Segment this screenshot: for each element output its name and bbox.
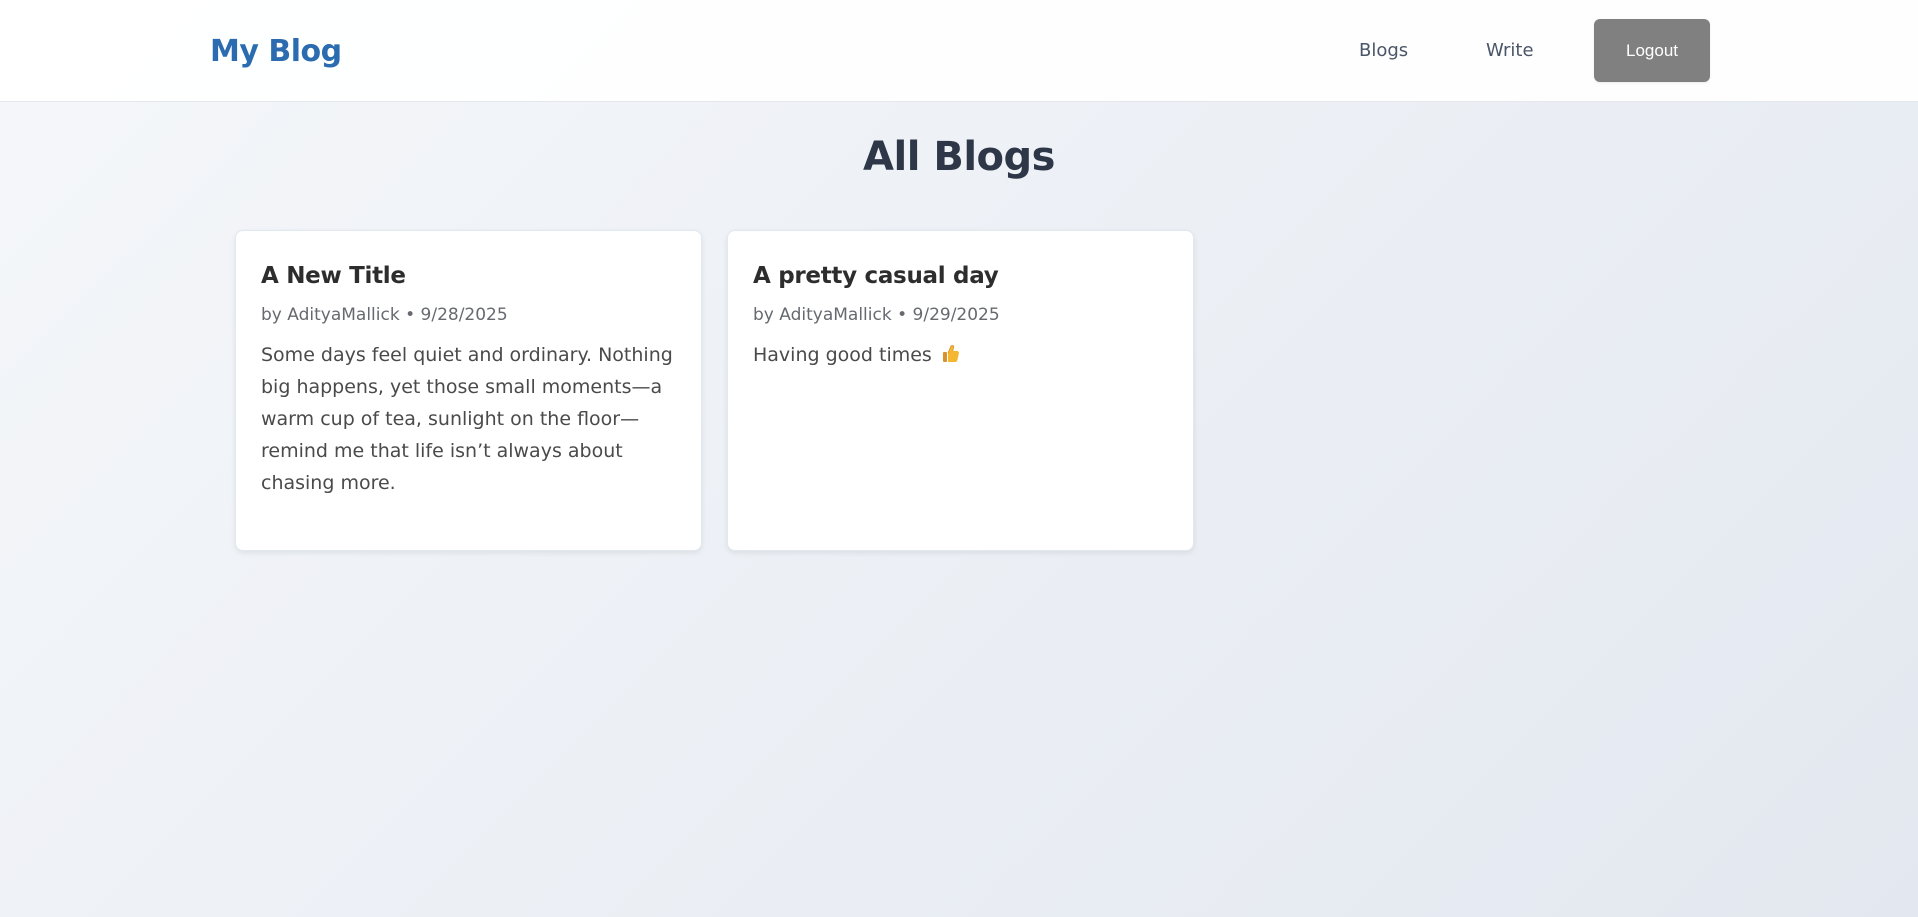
blog-card[interactable]: A New Title by AdityaMallick • 9/28/2025…: [235, 230, 702, 551]
blog-card-excerpt: Some days feel quiet and ordinary. Nothi…: [261, 344, 673, 494]
nav-link-write[interactable]: Write: [1486, 40, 1534, 61]
top-navbar: My Blog Blogs Write Logout: [0, 0, 1918, 102]
thumbs-up-icon: [942, 342, 960, 374]
logout-button[interactable]: Logout: [1594, 19, 1710, 82]
nav-link-blogs[interactable]: Blogs: [1359, 40, 1408, 61]
blog-card-excerpt-line: Having good times: [753, 339, 1168, 374]
blog-card-title[interactable]: A New Title: [261, 263, 676, 289]
blog-card-meta: by AdityaMallick • 9/28/2025: [261, 305, 508, 325]
brand-logo-link[interactable]: My Blog: [210, 34, 342, 69]
blog-card-excerpt: Having good times: [753, 344, 932, 366]
page-title: All Blogs: [863, 134, 1055, 180]
blog-card-meta: by AdityaMallick • 9/29/2025: [753, 305, 1000, 325]
blog-card[interactable]: A pretty casual day by AdityaMallick • 9…: [727, 230, 1194, 551]
blog-card-title[interactable]: A pretty casual day: [753, 263, 1168, 289]
